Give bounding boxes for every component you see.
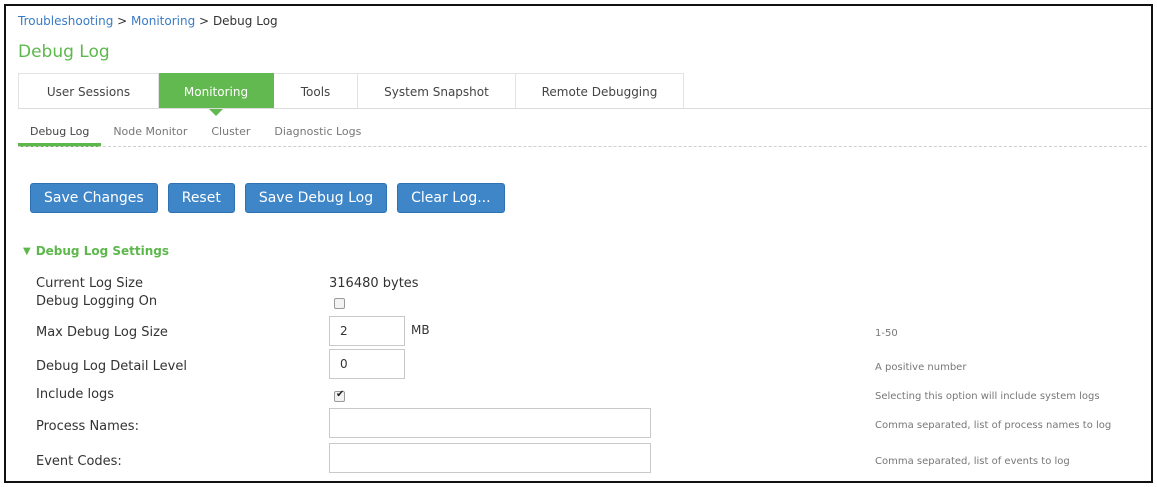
- breadcrumb: Troubleshooting > Monitoring > Debug Log: [18, 14, 278, 28]
- debug-logging-on-label: Debug Logging On: [36, 294, 158, 309]
- breadcrumb-current: Debug Log: [212, 14, 278, 28]
- max-debug-log-size-hint: 1-50: [875, 328, 898, 339]
- include-logs-checkbox[interactable]: [334, 389, 345, 402]
- current-log-size-value: 316480 bytes: [329, 276, 419, 291]
- tab-tools[interactable]: Tools: [274, 73, 358, 109]
- process-names-hint: Comma separated, list of process names t…: [875, 420, 1112, 431]
- process-names-label: Process Names:: [36, 419, 139, 434]
- breadcrumb-monitoring[interactable]: Monitoring: [131, 14, 195, 28]
- breadcrumb-separator: >: [199, 14, 210, 28]
- clear-log-button[interactable]: Clear Log...: [397, 183, 505, 213]
- section-title: Debug Log Settings: [35, 244, 170, 258]
- max-debug-log-size-label: Max Debug Log Size: [36, 325, 168, 340]
- subtab-debug-log[interactable]: Debug Log: [18, 123, 102, 147]
- subtab-node-monitor[interactable]: Node Monitor: [101, 123, 199, 147]
- event-codes-input[interactable]: [329, 443, 651, 473]
- tab-user-sessions[interactable]: User Sessions: [18, 73, 159, 109]
- process-names-input[interactable]: [329, 408, 651, 438]
- save-debug-log-button[interactable]: Save Debug Log: [244, 183, 388, 213]
- save-changes-button[interactable]: Save Changes: [30, 183, 158, 213]
- detail-level-label: Debug Log Detail Level: [36, 359, 187, 374]
- subtab-cluster[interactable]: Cluster: [199, 123, 262, 147]
- max-debug-log-size-input[interactable]: [329, 316, 405, 346]
- subtabs-divider: [18, 146, 1147, 147]
- tab-monitoring[interactable]: Monitoring: [159, 73, 274, 116]
- debug-log-settings-header[interactable]: ▼ Debug Log Settings: [23, 244, 169, 258]
- chevron-down-icon: ▼: [23, 245, 31, 257]
- detail-level-input[interactable]: [329, 349, 405, 379]
- tab-system-snapshot[interactable]: System Snapshot: [358, 73, 516, 109]
- max-debug-log-size-unit: MB: [411, 323, 430, 337]
- sub-tabs: Debug Log Node Monitor Cluster Diagnosti…: [18, 123, 373, 147]
- breadcrumb-troubleshooting[interactable]: Troubleshooting: [18, 14, 113, 28]
- tabs-divider: [18, 108, 1151, 109]
- detail-level-hint: A positive number: [875, 362, 967, 373]
- event-codes-label: Event Codes:: [36, 454, 122, 469]
- current-log-size-label: Current Log Size: [36, 276, 143, 291]
- include-logs-label: Include logs: [36, 387, 115, 402]
- tab-remote-debugging[interactable]: Remote Debugging: [516, 73, 684, 109]
- reset-button[interactable]: Reset: [167, 183, 235, 213]
- include-logs-hint: Selecting this option will include syste…: [875, 391, 1100, 402]
- app-window: Troubleshooting > Monitoring > Debug Log…: [4, 4, 1153, 483]
- event-codes-hint: Comma separated, list of events to log: [875, 456, 1070, 467]
- subtab-diagnostic-logs[interactable]: Diagnostic Logs: [262, 123, 373, 147]
- breadcrumb-separator: >: [117, 14, 128, 28]
- action-buttons: Save Changes Reset Save Debug Log Clear …: [30, 183, 505, 213]
- main-tabs: User Sessions Monitoring Tools System Sn…: [18, 73, 684, 116]
- debug-logging-on-checkbox[interactable]: [334, 298, 345, 309]
- page-title: Debug Log: [18, 42, 110, 62]
